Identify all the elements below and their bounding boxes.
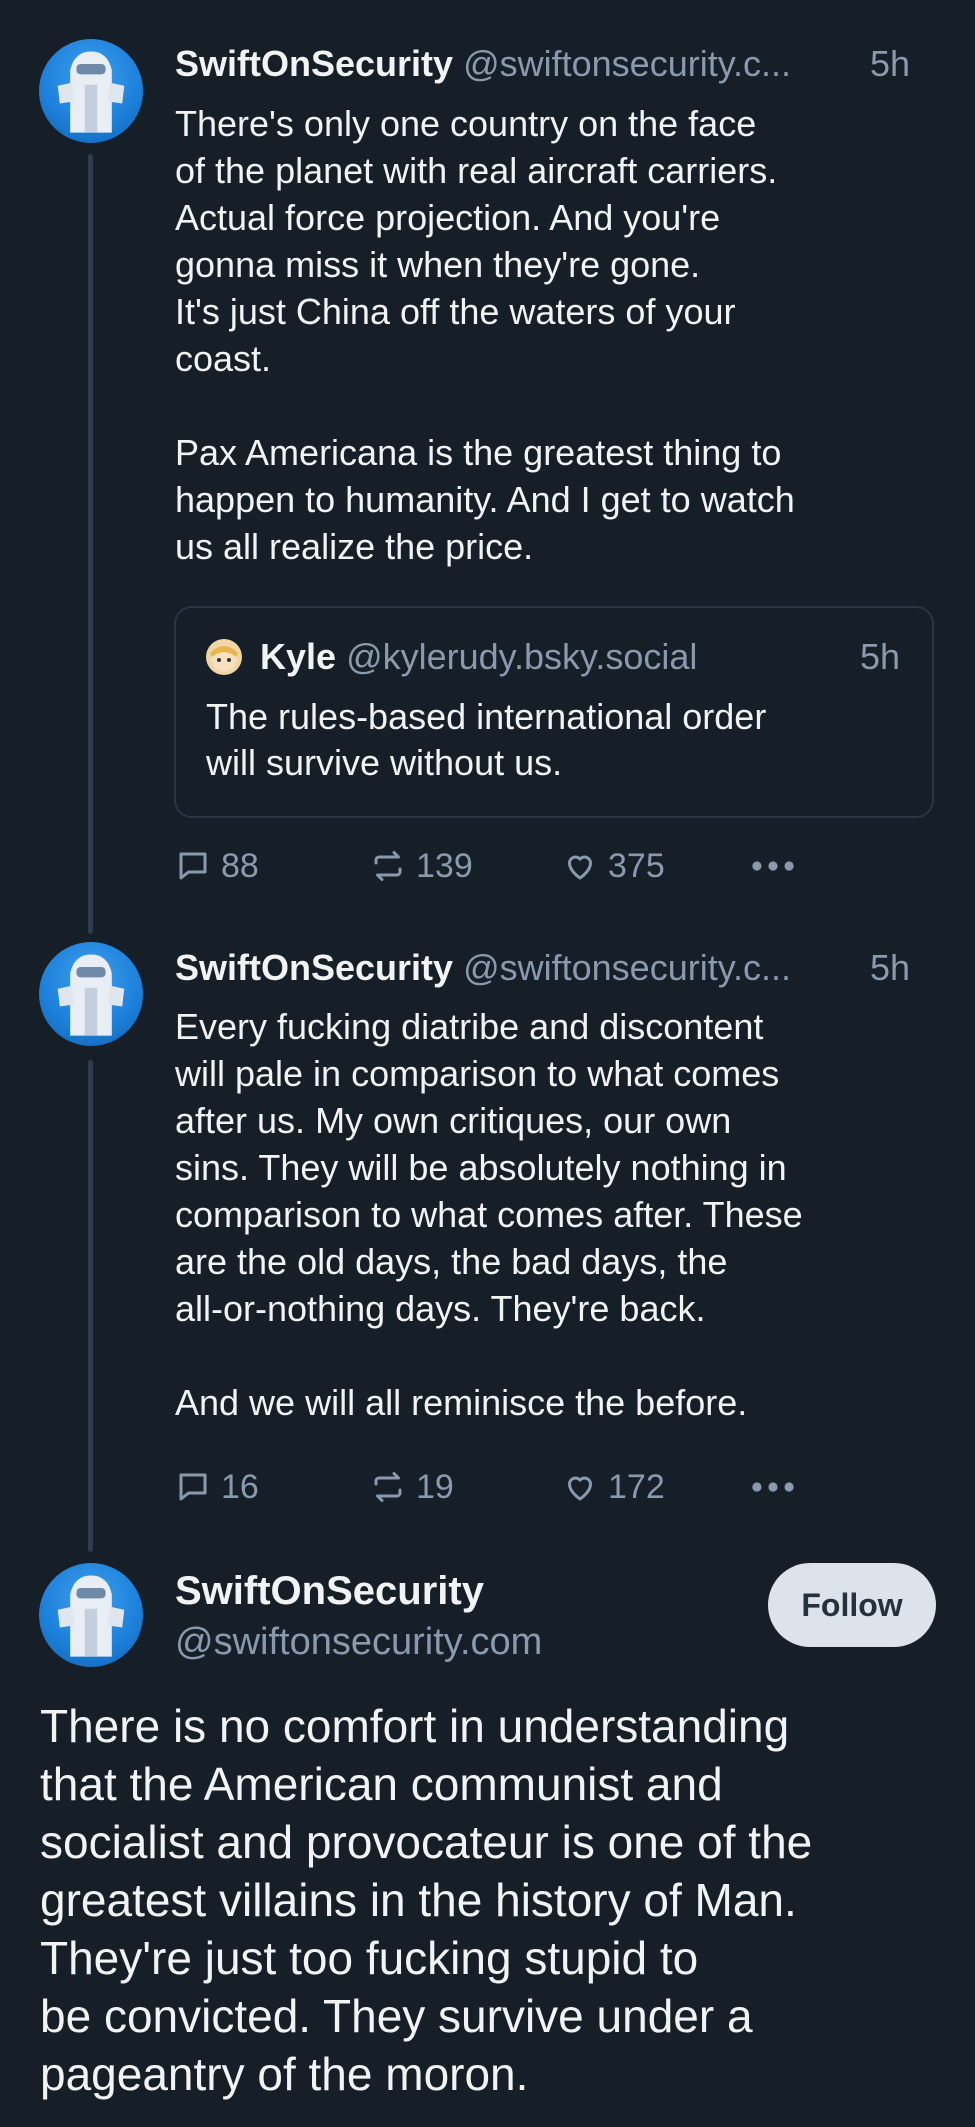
repost-count: 139 [416,846,473,885]
more-button[interactable] [750,1462,800,1512]
avatar-image [57,954,125,1036]
reply-icon [179,1473,207,1501]
avatar[interactable] [39,39,143,143]
quote-post[interactable]: Kyle @kylerudy.bsky.social 5h The rules-… [174,606,934,818]
post-text: Every fucking diatribe and discontent wi… [175,1006,803,1423]
reply-count: 88 [221,846,259,885]
reply-count: 16 [221,1467,259,1506]
avatar[interactable] [39,1563,143,1667]
like-count: 375 [608,846,665,885]
quote-author-name[interactable]: Kyle [260,636,336,677]
thread-line [88,154,93,934]
thread-line [88,1060,93,1552]
avatar-image [57,1575,125,1657]
author-handle[interactable]: @swiftonsecurity.c... [463,43,791,84]
post-actions: 88 139 375 [175,841,875,891]
reply-button[interactable]: 88 [175,841,259,891]
like-button[interactable]: 172 [562,1462,665,1512]
more-button[interactable] [750,841,800,891]
author-handle[interactable]: @swiftonsecurity.c... [463,947,791,988]
like-count: 172 [608,1467,665,1506]
quote-time[interactable]: 5h [860,634,900,680]
post-text: There's only one country on the face of … [175,103,795,567]
more-icon [752,861,794,871]
author-name[interactable]: SwiftOnSecurity [175,947,453,988]
like-icon [568,855,592,880]
post-time[interactable]: 5h [870,940,910,996]
reply-button[interactable]: 16 [175,1462,259,1512]
quote-avatar [206,639,242,675]
repost-button[interactable]: 139 [370,841,473,891]
post-time[interactable]: 5h [870,36,910,92]
avatar-image [57,51,125,133]
main-author-handle[interactable]: @swiftonsecurity.com [175,1616,542,1668]
repost-button[interactable]: 19 [370,1462,454,1512]
reply-icon [179,852,207,880]
like-icon [568,1476,592,1501]
repost-count: 19 [416,1467,454,1506]
repost-icon [374,851,402,881]
like-button[interactable]: 375 [562,841,665,891]
repost-icon [374,1472,402,1502]
main-post-text: There is no comfort in understanding tha… [40,1700,813,2100]
author-name[interactable]: SwiftOnSecurity [175,43,453,84]
main-author-name[interactable]: SwiftOnSecurity [175,1563,484,1619]
avatar[interactable] [39,942,143,1046]
quote-text: The rules-based international order will… [206,696,767,783]
follow-button[interactable]: Follow [768,1563,936,1647]
post-actions: 16 19 172 [175,1462,875,1512]
quote-author-handle[interactable]: @kylerudy.bsky.social [346,636,697,677]
more-icon [752,1482,794,1492]
